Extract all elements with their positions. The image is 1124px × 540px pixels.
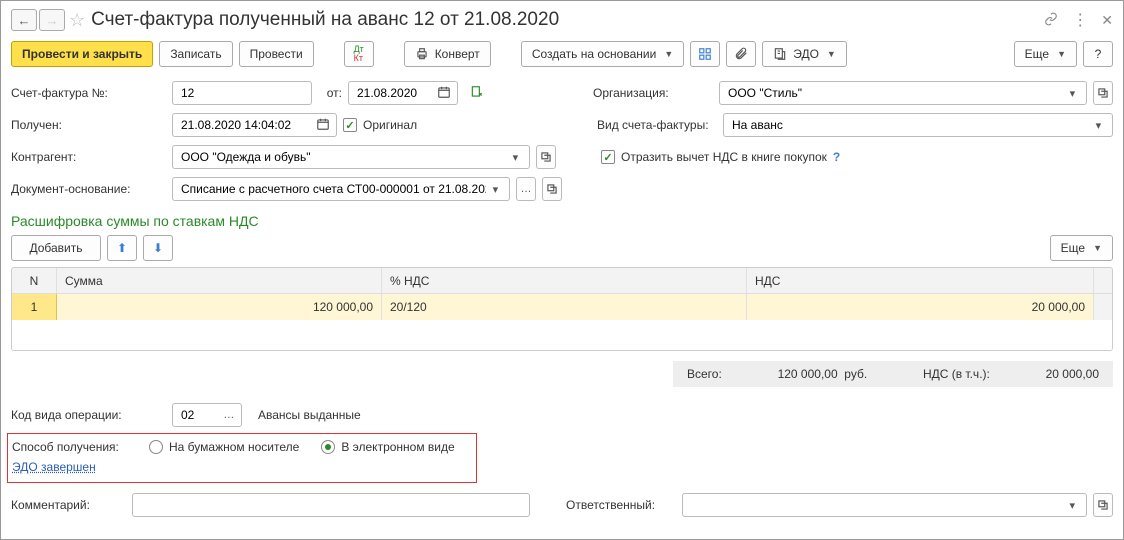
save-button[interactable]: Записать — [159, 41, 232, 67]
open-basis-button[interactable] — [542, 177, 562, 201]
electronic-radio[interactable] — [321, 440, 335, 454]
received-input[interactable] — [172, 113, 337, 137]
document-window: ← → ☆ Счет-фактура полученный на аванс 1… — [0, 0, 1124, 540]
select-basis-button[interactable]: … — [516, 177, 536, 201]
col-header-rate[interactable]: % НДС — [382, 268, 747, 293]
cell-vat[interactable]: 20 000,00 — [747, 294, 1094, 320]
opcode-description: Авансы выданные — [258, 408, 361, 422]
move-down-button[interactable]: ⬇ — [143, 235, 173, 261]
post-and-close-button[interactable]: Провести и закрыть — [11, 41, 153, 67]
add-row-button[interactable]: Добавить — [11, 235, 101, 261]
responsible-input[interactable]: ▾ — [682, 493, 1087, 517]
invoice-type-input[interactable]: ▾ — [723, 113, 1113, 137]
dropdown-icon[interactable]: ▾ — [488, 183, 503, 196]
toolbar: Провести и закрыть Записать Провести ДтК… — [11, 37, 1113, 77]
help-button[interactable]: ? — [1083, 41, 1113, 67]
original-label: Оригинал — [363, 118, 417, 132]
total-value: 120 000,00 — [778, 367, 838, 381]
open-contractor-button[interactable] — [536, 145, 556, 169]
print-convert-button[interactable]: Конверт — [404, 41, 491, 67]
received-label: Получен: — [11, 118, 166, 132]
kebab-menu-icon[interactable]: ⋮ — [1072, 10, 1087, 30]
totals-bar: Всего: 120 000,00 руб. НДС (в т.ч.): 20 … — [673, 361, 1113, 387]
reflect-vat-checkbox[interactable]: ✓ — [601, 150, 615, 164]
basis-doc-label: Документ-основание: — [11, 182, 166, 196]
organization-input[interactable]: ▾ — [719, 81, 1087, 105]
more-button[interactable]: Еще▼ — [1014, 41, 1077, 67]
opcode-label: Код вида операции: — [11, 408, 166, 422]
dropdown-icon[interactable]: ▾ — [1065, 87, 1080, 100]
dropdown-icon[interactable]: ▾ — [1091, 119, 1106, 132]
open-responsible-button[interactable] — [1093, 493, 1113, 517]
organization-label: Организация: — [593, 86, 713, 100]
col-header-vat[interactable]: НДС — [747, 268, 1094, 293]
electronic-radio-label: В электронном виде — [341, 440, 454, 454]
attachment-button[interactable] — [726, 41, 756, 67]
window-title: Счет-фактура полученный на аванс 12 от 2… — [91, 9, 1044, 31]
invoice-date-input[interactable] — [348, 81, 458, 105]
post-button[interactable]: Провести — [239, 41, 314, 67]
invoice-number-input[interactable] — [172, 81, 312, 105]
paper-radio[interactable] — [149, 440, 163, 454]
comment-input[interactable] — [132, 493, 530, 517]
table-more-button[interactable]: Еще▼ — [1050, 235, 1113, 261]
responsible-label: Ответственный: — [566, 498, 676, 512]
scrollbar[interactable] — [1094, 294, 1112, 320]
vat-table: N Сумма % НДС НДС 1 120 000,00 20/120 20… — [11, 267, 1113, 351]
reflect-vat-label: Отразить вычет НДС в книге покупок — [621, 150, 827, 164]
basis-doc-input[interactable]: ▾ — [172, 177, 510, 201]
nav-back-button[interactable]: ← — [11, 9, 37, 31]
nav-forward-button[interactable]: → — [39, 9, 65, 31]
delivery-method-panel: Способ получения: На бумажном носителе В… — [7, 433, 477, 483]
edo-completed-link[interactable]: ЭДО завершен — [12, 460, 96, 474]
edo-button[interactable]: ЭДО▼ — [762, 41, 847, 67]
favorite-star-icon[interactable]: ☆ — [69, 10, 85, 31]
col-header-n[interactable]: N — [12, 268, 57, 293]
table-empty-area[interactable] — [12, 320, 1112, 350]
cell-n[interactable]: 1 — [12, 294, 57, 320]
link-icon[interactable] — [1044, 12, 1058, 29]
calendar-icon[interactable] — [316, 117, 330, 134]
invoice-number-label: Счет-фактура №: — [11, 86, 166, 100]
edit-note-icon[interactable] — [470, 85, 484, 102]
vat-total-value: 20 000,00 — [1046, 367, 1099, 381]
original-checkbox[interactable]: ✓ — [343, 118, 357, 132]
paper-radio-label: На бумажном носителе — [169, 440, 299, 454]
select-opcode-icon[interactable]: … — [223, 409, 235, 421]
dropdown-icon[interactable]: ▾ — [508, 151, 523, 164]
cell-sum[interactable]: 120 000,00 — [57, 294, 382, 320]
dt-kt-button[interactable]: ДтКт — [344, 41, 374, 67]
cell-rate[interactable]: 20/120 — [382, 294, 747, 320]
move-up-button[interactable]: ⬆ — [107, 235, 137, 261]
help-tooltip-icon[interactable]: ? — [833, 150, 840, 164]
comment-label: Комментарий: — [11, 498, 126, 512]
close-icon[interactable]: ✕ — [1101, 12, 1113, 29]
currency-label: руб. — [844, 367, 867, 381]
open-org-button[interactable] — [1093, 81, 1113, 105]
dropdown-icon[interactable]: ▾ — [1065, 499, 1080, 512]
total-label: Всего: — [687, 367, 722, 381]
related-docs-button[interactable] — [690, 41, 720, 67]
create-based-on-button[interactable]: Создать на основании▼ — [521, 41, 684, 67]
contractor-input[interactable]: ▾ — [172, 145, 530, 169]
calendar-icon[interactable] — [437, 85, 451, 102]
contractor-label: Контрагент: — [11, 150, 166, 164]
delivery-method-label: Способ получения: — [8, 440, 143, 454]
titlebar: ← → ☆ Счет-фактура полученный на аванс 1… — [11, 7, 1113, 37]
date-from-label: от: — [318, 86, 342, 100]
invoice-type-label: Вид счета-фактуры: — [597, 118, 717, 132]
vat-total-label: НДС (в т.ч.): — [923, 367, 990, 381]
opcode-input[interactable]: … — [172, 403, 242, 427]
table-row[interactable]: 1 120 000,00 20/120 20 000,00 — [12, 294, 1112, 320]
vat-breakdown-title: Расшифровка суммы по ставкам НДС — [11, 205, 1113, 233]
col-header-sum[interactable]: Сумма — [57, 268, 382, 293]
scrollbar-gutter — [1094, 268, 1112, 293]
